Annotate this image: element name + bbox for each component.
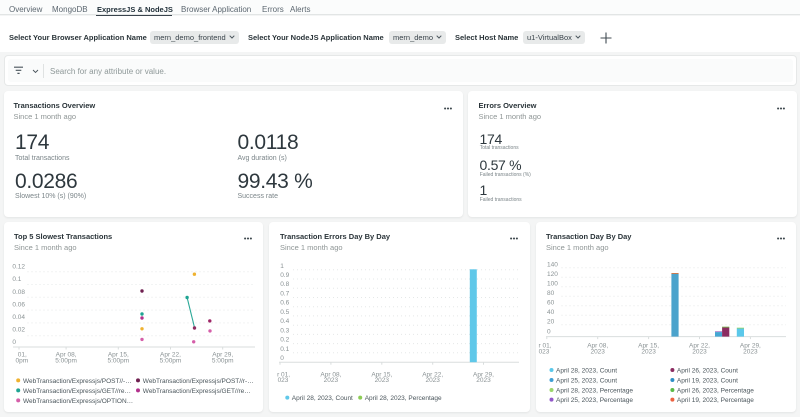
svg-text:120: 120: [547, 271, 558, 278]
svg-text:5:00pm: 5:00pm: [107, 357, 129, 364]
svg-text:2023: 2023: [641, 348, 656, 355]
svg-text:WebTransaction/Expressjs/POST/: WebTransaction/Expressjs/POST//-…: [23, 378, 132, 385]
svg-text:WebTransaction/Expressjs/OPTIO: WebTransaction/Expressjs/OPTION…: [23, 398, 133, 405]
svg-text:0.1: 0.1: [280, 346, 289, 353]
svg-text:0.7: 0.7: [280, 291, 289, 298]
svg-text:5:00pm: 5:00pm: [160, 357, 182, 364]
svg-text:0.1: 0.1: [12, 276, 21, 283]
svg-text:2023: 2023: [743, 348, 758, 355]
svg-text:2023: 2023: [692, 348, 707, 355]
svg-text:0.04: 0.04: [12, 314, 25, 321]
svg-text:April 25, 2023, Percentage: April 25, 2023, Percentage: [556, 397, 633, 404]
svg-text:80: 80: [547, 290, 555, 297]
svg-text:April 26, 2023, Percentage: April 26, 2023, Percentage: [677, 387, 754, 394]
svg-text:April 28, 2023, Count: April 28, 2023, Count: [556, 367, 617, 374]
svg-text:0.06: 0.06: [12, 301, 25, 308]
svg-text:0.12: 0.12: [12, 264, 25, 271]
svg-text:0: 0: [280, 355, 284, 362]
svg-text:0.3: 0.3: [280, 327, 289, 334]
svg-text:2023: 2023: [324, 377, 339, 384]
svg-text:5:00pm: 5:00pm: [212, 357, 234, 364]
svg-text:April 28, 2023, Percentage: April 28, 2023, Percentage: [556, 387, 633, 394]
svg-text:WebTransaction/Expressjs/GET//: WebTransaction/Expressjs/GET//re…: [23, 388, 131, 395]
svg-text:0pm: 0pm: [15, 357, 28, 364]
svg-text:2023: 2023: [590, 348, 605, 355]
svg-text:0: 0: [12, 339, 16, 346]
svg-text:0.08: 0.08: [12, 289, 25, 296]
svg-text:April 28, 2023, Count: April 28, 2023, Count: [292, 395, 353, 402]
svg-text:5:00pm: 5:00pm: [55, 357, 77, 364]
svg-text:April 25, 2023, Count: April 25, 2023, Count: [556, 377, 617, 384]
svg-text:100: 100: [547, 281, 558, 288]
svg-text:April 26, 2023, Count: April 26, 2023, Count: [677, 367, 738, 374]
svg-text:WebTransaction/Expressjs/GET//: WebTransaction/Expressjs/GET//re…: [143, 388, 251, 395]
svg-text:2023: 2023: [476, 377, 491, 384]
svg-text:0.2: 0.2: [280, 337, 289, 344]
svg-text:60: 60: [547, 300, 555, 307]
svg-text:0.02: 0.02: [12, 327, 25, 334]
svg-text:023: 023: [539, 348, 550, 355]
svg-text:0.4: 0.4: [280, 318, 289, 325]
svg-text:April 19, 2023, Count: April 19, 2023, Count: [677, 377, 738, 384]
svg-text:April 28, 2023, Percentage: April 28, 2023, Percentage: [365, 395, 442, 402]
svg-text:2023: 2023: [425, 377, 440, 384]
svg-text:40: 40: [547, 309, 555, 316]
svg-text:WebTransaction/Expressjs/POST/: WebTransaction/Expressjs/POST//r-…: [143, 378, 254, 385]
svg-text:0.5: 0.5: [280, 309, 289, 316]
svg-text:0: 0: [547, 329, 551, 336]
svg-text:0.9: 0.9: [280, 272, 289, 279]
svg-text:140: 140: [547, 262, 558, 269]
svg-text:20: 20: [547, 319, 555, 326]
svg-text:1: 1: [280, 263, 284, 270]
svg-text:0.6: 0.6: [280, 300, 289, 307]
svg-text:2023: 2023: [375, 377, 390, 384]
svg-text:April 19, 2023, Percentage: April 19, 2023, Percentage: [677, 397, 754, 404]
svg-text:0.8: 0.8: [280, 281, 289, 288]
svg-text:023: 023: [278, 377, 289, 384]
